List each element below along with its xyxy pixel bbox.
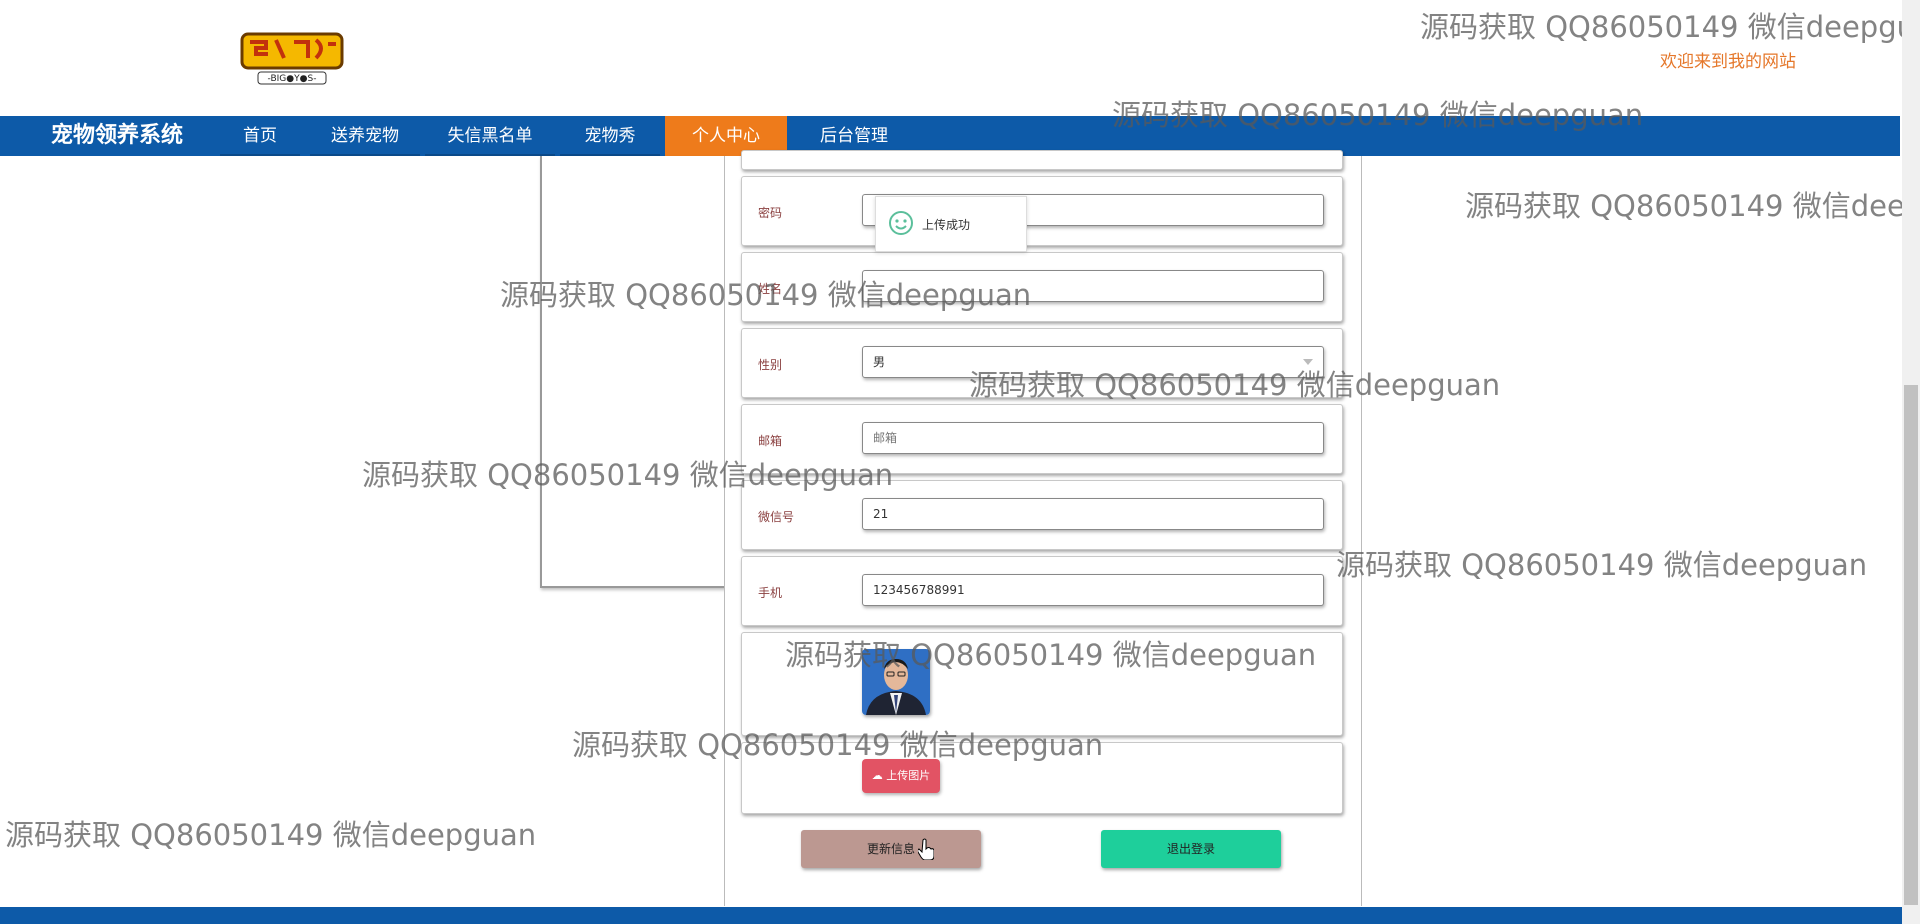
email-input[interactable]: 邮箱 <box>862 422 1324 454</box>
nav-blacklist[interactable]: 失信黑名单 <box>425 116 555 156</box>
form-row-upload: ☁ 上传图片 <box>741 742 1343 814</box>
chevron-down-icon <box>1303 359 1313 365</box>
nav-home[interactable]: 首页 <box>220 116 300 156</box>
form-row-phone: 手机 123456788991 <box>741 556 1343 626</box>
upload-button-label: 上传图片 <box>886 769 931 782</box>
form-row-password: 密码 <box>741 176 1343 246</box>
wechat-input[interactable]: 21 <box>862 498 1324 530</box>
sidebar-frame <box>540 156 727 588</box>
form-row-avatar <box>741 632 1343 736</box>
upload-success-toast: 上传成功 <box>875 196 1027 252</box>
gender-value: 男 <box>873 355 886 369</box>
phone-input[interactable]: 123456788991 <box>862 574 1324 606</box>
watermark-text: 源码获取 QQ86050149 微信deepguan <box>5 818 537 852</box>
scrollbar-thumb[interactable] <box>1904 385 1918 905</box>
gender-label: 性别 <box>758 358 783 372</box>
name-input[interactable] <box>862 270 1324 302</box>
watermark-text: 源码获取 QQ86050149 微信deepgu <box>1420 10 1915 44</box>
upload-image-button[interactable]: ☁ 上传图片 <box>862 759 940 793</box>
svg-text:-BIG●Y●S-: -BIG●Y●S- <box>268 74 317 84</box>
hand-cursor-icon <box>918 838 934 860</box>
watermark-text: 源码获取 QQ86050149 微信deepguan <box>1336 548 1868 582</box>
brand-title[interactable]: 宠物领养系统 <box>51 116 183 156</box>
site-logo[interactable]: -BIG●Y●S- <box>236 30 348 88</box>
watermark-text: 源码获取 QQ86050149 微信deep <box>1465 189 1920 223</box>
form-row-gender: 性别 男 <box>741 328 1343 398</box>
smile-icon <box>889 211 913 235</box>
form-row-email: 邮箱 邮箱 <box>741 404 1343 474</box>
toast-message: 上传成功 <box>922 218 971 232</box>
update-info-button[interactable]: 更新信息 <box>801 830 981 868</box>
wechat-label: 微信号 <box>758 510 795 524</box>
password-label: 密码 <box>758 206 783 220</box>
logout-button[interactable]: 退出登录 <box>1101 830 1281 868</box>
gender-select[interactable]: 男 <box>862 346 1324 378</box>
nav-rehome-pet[interactable]: 送养宠物 <box>310 116 420 156</box>
form-row-partial <box>741 150 1343 170</box>
phone-label: 手机 <box>758 586 783 600</box>
nav-pet-show[interactable]: 宠物秀 <box>560 116 660 156</box>
email-label: 邮箱 <box>758 434 783 448</box>
form-row-wechat: 微信号 21 <box>741 480 1343 550</box>
scrollbar[interactable] <box>1902 0 1920 924</box>
footer-bar <box>0 907 1920 924</box>
form-row-name: 姓名 <box>741 252 1343 322</box>
name-label: 姓名 <box>758 282 783 296</box>
cloud-upload-icon: ☁ <box>871 769 883 782</box>
avatar <box>862 649 930 715</box>
welcome-text: 欢迎来到我的网站 <box>1660 52 1796 72</box>
